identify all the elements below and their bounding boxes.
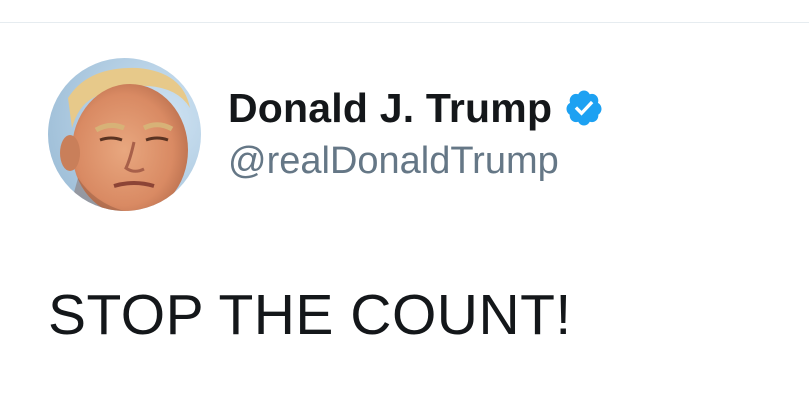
avatar[interactable] bbox=[48, 58, 201, 211]
author-name-row: Donald J. Trump bbox=[228, 82, 604, 134]
author-display-name[interactable]: Donald J. Trump bbox=[228, 85, 552, 132]
avatar-image bbox=[48, 58, 201, 211]
author-handle[interactable]: @realDonaldTrump bbox=[228, 140, 559, 183]
verified-badge-icon bbox=[564, 88, 604, 128]
tweet-screenshot: Donald J. Trump @realDonaldTrump STOP TH… bbox=[0, 0, 809, 420]
tweet-text: STOP THE COUNT! bbox=[48, 283, 572, 347]
top-divider bbox=[0, 0, 809, 23]
